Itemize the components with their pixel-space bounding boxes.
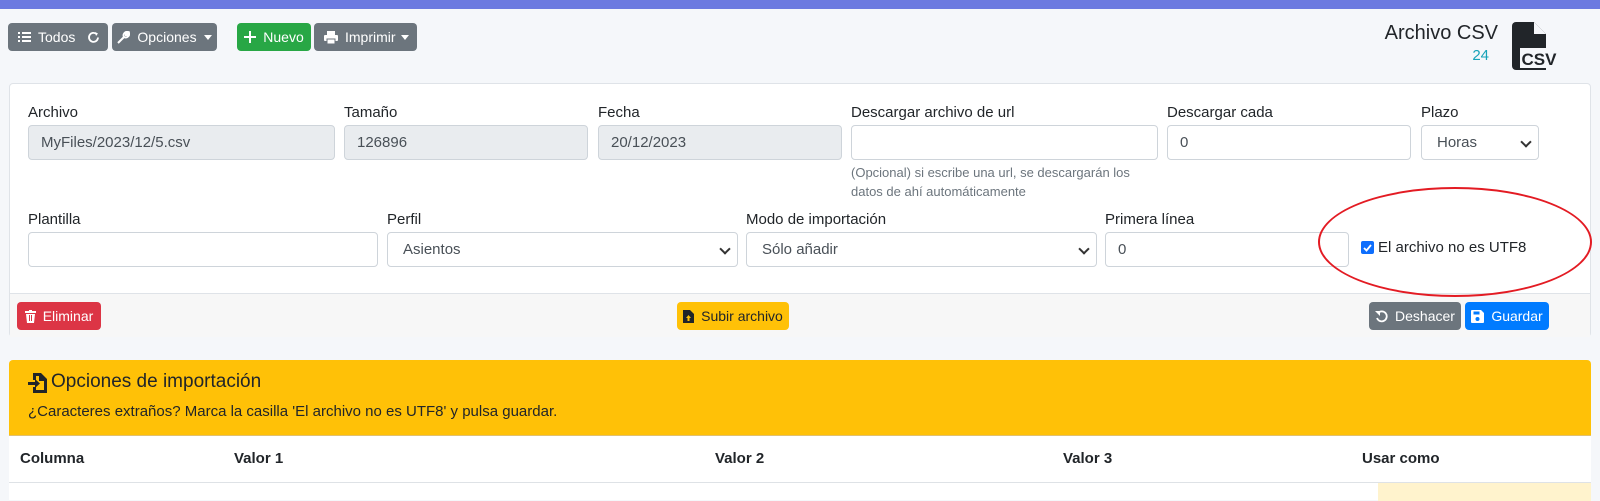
tamano-label: Tamaño — [344, 104, 398, 121]
deshacer-label: Deshacer — [1395, 308, 1455, 324]
refresh-icon[interactable] — [87, 31, 100, 44]
undo-icon — [1375, 309, 1388, 322]
deshacer-button[interactable]: Deshacer — [1369, 302, 1461, 330]
column-header-valor3: Valor 3 — [1063, 450, 1113, 467]
plantilla-label: Plantilla — [28, 211, 81, 228]
primera-linea-input[interactable]: 0 — [1105, 232, 1349, 267]
perfil-label: Perfil — [387, 211, 422, 228]
column-header-valor1: Valor 1 — [234, 450, 284, 467]
perfil-select[interactable]: Asientos — [387, 232, 738, 267]
descargar-cada-label: Descargar cada — [1167, 104, 1273, 121]
archivo-field: MyFiles/2023/12/5.csv — [28, 125, 335, 160]
fecha-field: 20/12/2023 — [598, 125, 842, 160]
subir-archivo-label: Subir archivo — [701, 308, 783, 324]
csv-icon-text: CSV — [1522, 50, 1558, 69]
todos-label: Todos — [38, 29, 76, 45]
modo-select[interactable]: Sólo añadir — [746, 232, 1097, 267]
file-upload-icon — [683, 309, 695, 323]
card-footer: Eliminar Subir archivo Deshacer Guardar — [10, 293, 1590, 337]
guardar-label: Guardar — [1491, 308, 1543, 324]
url-input[interactable] — [851, 125, 1158, 160]
list-icon — [18, 32, 31, 42]
record-count: 24 — [1472, 47, 1489, 64]
column-header-usar-como: Usar como — [1362, 450, 1440, 467]
primera-linea-label: Primera línea — [1105, 211, 1195, 228]
url-help-line1: (Opcional) si escribe una url, se descar… — [851, 165, 1130, 180]
imprimir-label: Imprimir — [345, 29, 396, 45]
plazo-value: Horas — [1437, 134, 1478, 151]
archivo-label: Archivo — [28, 104, 79, 121]
nuevo-button[interactable]: Nuevo — [237, 23, 311, 51]
chevron-down-icon[interactable] — [401, 34, 409, 40]
top-accent-bar — [0, 0, 1600, 9]
opciones-button[interactable]: Opciones — [112, 23, 217, 51]
todos-button[interactable]: Todos — [8, 23, 108, 51]
column-header-valor2: Valor 2 — [715, 450, 765, 467]
wrench-icon — [117, 30, 131, 44]
import-table-header: Columna Valor 1 Valor 2 Valor 3 Usar com… — [9, 435, 1591, 501]
perfil-value: Asientos — [403, 241, 461, 258]
usar-como-cell-highlight — [1378, 483, 1591, 501]
tamano-field: 126896 — [344, 125, 588, 160]
modo-label: Modo de importación — [746, 211, 887, 228]
import-options-panel: Opciones de importación ¿Caracteres extr… — [9, 360, 1591, 501]
print-icon — [324, 30, 338, 44]
header-divider — [9, 482, 1591, 483]
csv-file-icon: CSV — [1512, 22, 1558, 70]
opciones-label: Opciones — [137, 29, 197, 45]
trash-icon — [24, 309, 36, 323]
annotation-ellipse — [1318, 187, 1592, 297]
page-title: Archivo CSV — [1384, 22, 1498, 44]
plazo-label: Plazo — [1421, 104, 1459, 121]
plus-icon — [244, 31, 257, 43]
file-import-icon — [28, 373, 47, 393]
eliminar-button[interactable]: Eliminar — [17, 302, 101, 330]
nuevo-label: Nuevo — [263, 29, 304, 45]
plantilla-input[interactable] — [28, 232, 378, 267]
column-header-columna: Columna — [20, 450, 85, 467]
import-options-title: Opciones de importación — [51, 371, 262, 392]
import-options-message: ¿Caracteres extraños? Marca la casilla '… — [28, 403, 558, 420]
guardar-button[interactable]: Guardar — [1465, 302, 1549, 330]
url-help-line2: datos de ahí automáticamente — [851, 184, 1026, 199]
fecha-label: Fecha — [598, 104, 640, 121]
descargar-cada-input[interactable]: 0 — [1167, 125, 1411, 160]
eliminar-label: Eliminar — [42, 308, 94, 324]
chevron-down-icon — [203, 34, 212, 40]
save-icon — [1471, 309, 1485, 323]
modo-value: Sólo añadir — [762, 241, 838, 258]
plazo-select[interactable]: Horas — [1421, 125, 1539, 160]
url-label: Descargar archivo de url — [851, 104, 1015, 121]
imprimir-button[interactable]: Imprimir — [314, 23, 417, 51]
subir-archivo-button[interactable]: Subir archivo — [677, 302, 789, 330]
